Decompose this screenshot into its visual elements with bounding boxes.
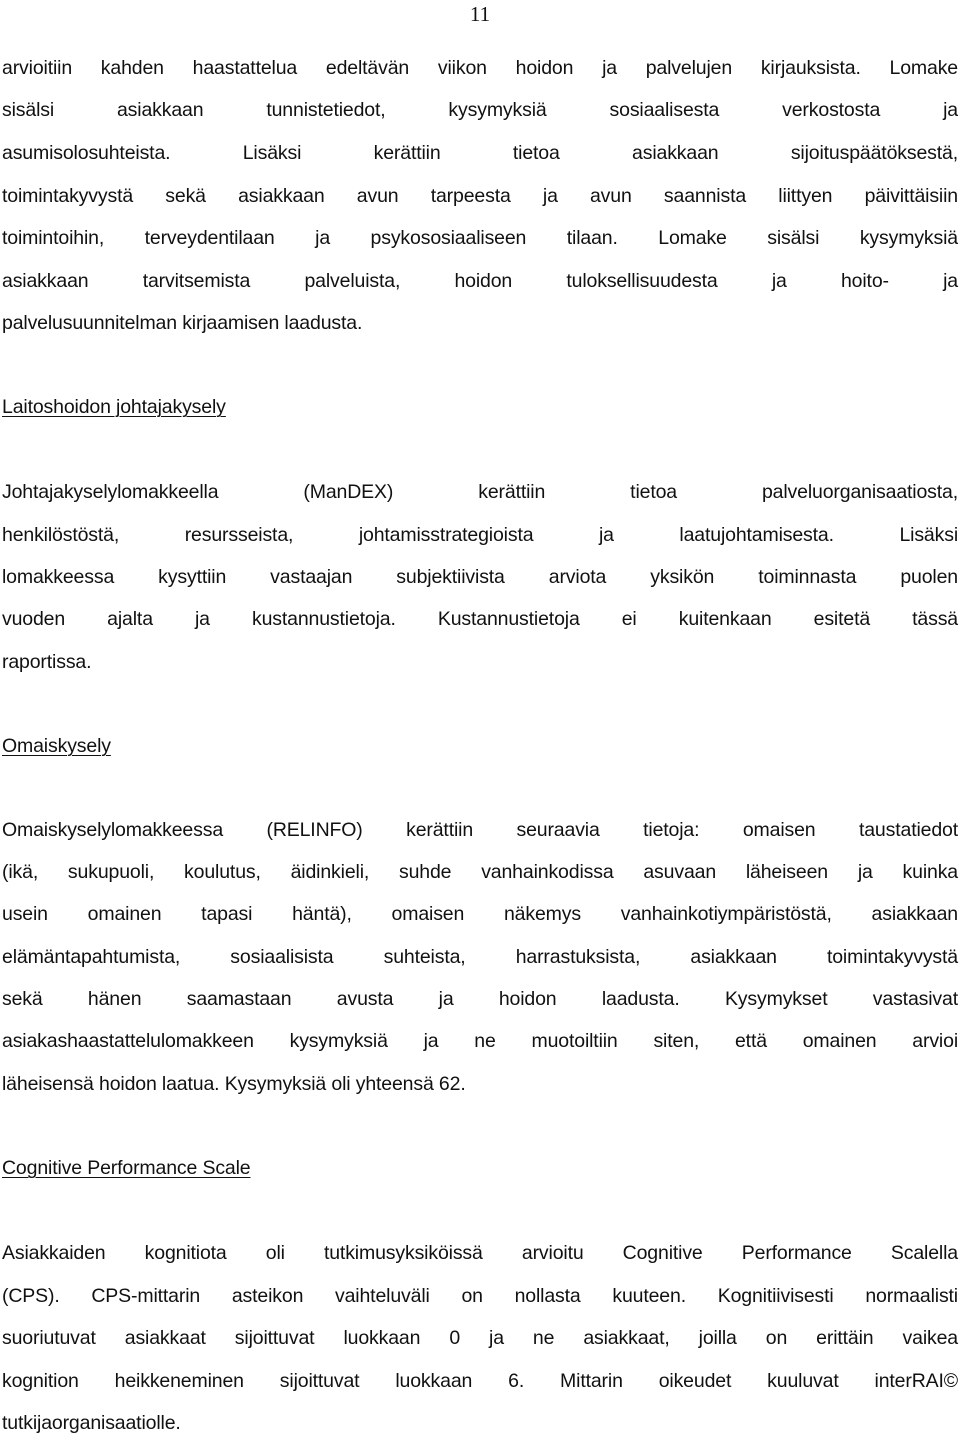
- text-line: läheisensä hoidon laatua. Kysymyksiä oli…: [2, 1073, 466, 1095]
- text-line: sekä hänen saamastaan avusta ja hoidon l…: [2, 988, 958, 1010]
- text-line: (ikä, sukupuoli, koulutus, äidinkieli, s…: [2, 861, 958, 883]
- text-line: usein omainen tapasi häntä), omaisen näk…: [2, 903, 958, 925]
- text-line: sisälsi asiakkaan tunnistetiedot, kysymy…: [2, 99, 958, 121]
- text-line: asumisolosuhteista. Lisäksi kerättiin ti…: [2, 142, 958, 164]
- text-line: asiakashaastattelulomakkeen kysymyksiä j…: [2, 1030, 958, 1052]
- text-line: vuoden ajalta ja kustannustietoja. Kusta…: [2, 608, 958, 630]
- text-line: raportissa.: [2, 651, 92, 673]
- text-line: tutkijaorganisaatiolle.: [2, 1412, 181, 1434]
- heading-text: Cognitive Performance Scale: [2, 1157, 251, 1179]
- section-heading-cognitive-performance-scale: Cognitive Performance Scale: [2, 1151, 958, 1185]
- text-line: arvioitiin kahden haastattelua edeltävän…: [2, 57, 958, 79]
- text-line: Johtajakyselylomakkeella (ManDEX) kerätt…: [2, 481, 958, 503]
- section-heading-omaiskysely: Omaiskysely: [2, 729, 958, 763]
- text-line: Omaiskyselylomakkeessa (RELINFO) kerätti…: [2, 819, 958, 841]
- page-number: 11: [469, 2, 491, 26]
- text-line: lomakkeessa kysyttiin vastaajan subjekti…: [2, 566, 958, 588]
- text-line: asiakkaan tarvitsemista palveluista, hoi…: [2, 270, 958, 292]
- heading-text: Laitoshoidon johtajakysely: [2, 396, 226, 418]
- text-line: elämäntapahtumista, sosiaalisista suhtei…: [2, 946, 958, 968]
- text-line: toimintoihin, terveydentilaan ja psykoso…: [2, 227, 958, 249]
- text-line: palvelusuunnitelman kirjaamisen laadusta…: [2, 312, 363, 334]
- text-line: Asiakkaiden kognitiota oli tutkimusyksik…: [2, 1242, 958, 1264]
- text-line: kognition heikkeneminen sijoittuvat luok…: [2, 1370, 958, 1392]
- section-heading-laitoshoidon-johtajakysely: Laitoshoidon johtajakysely: [2, 390, 958, 424]
- text-line: suoriutuvat asiakkaat sijoittuvat luokka…: [2, 1327, 958, 1349]
- text-line: (CPS). CPS-mittarin asteikon vaihteluväl…: [2, 1285, 958, 1307]
- text-line: toimintakyvystä sekä asiakkaan avun tarp…: [2, 185, 958, 207]
- text-line: henkilöstöstä, resursseista, johtamisstr…: [2, 524, 958, 546]
- heading-text: Omaiskysely: [2, 735, 111, 757]
